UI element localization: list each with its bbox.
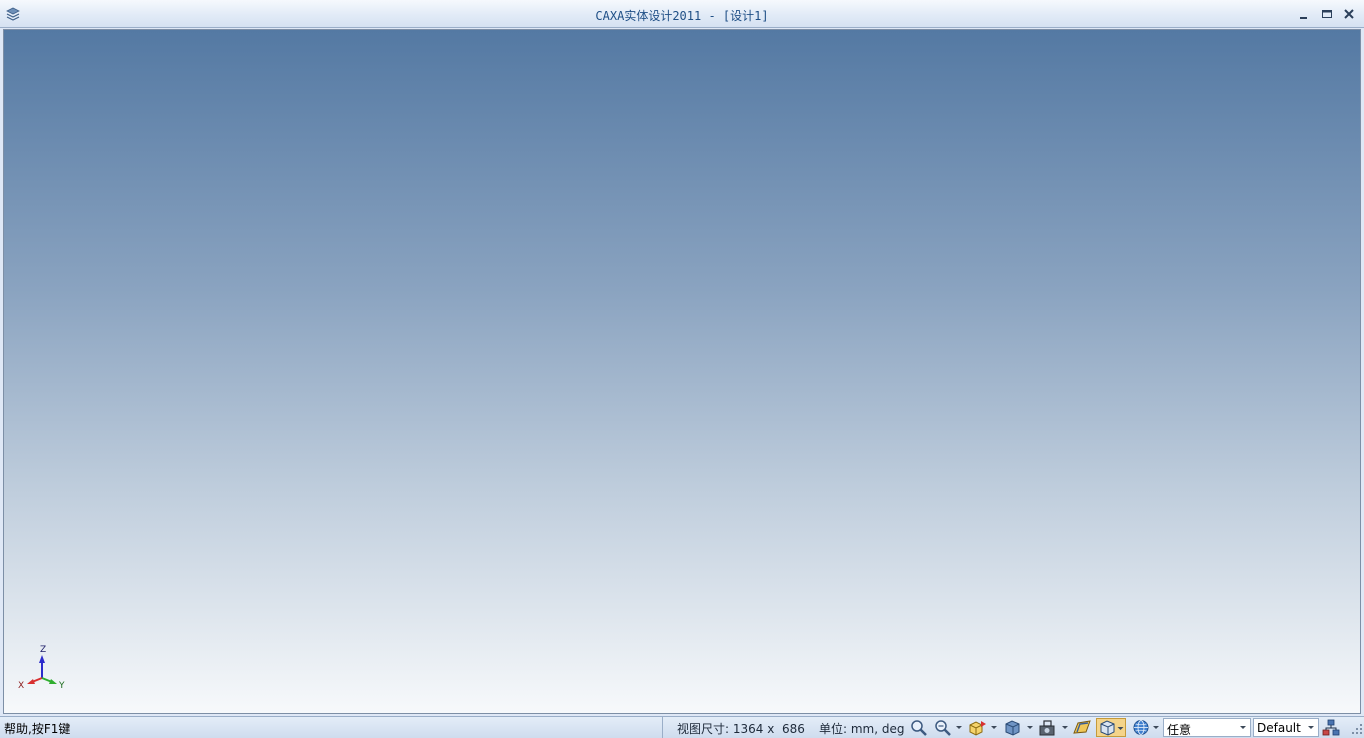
globe-icon[interactable] (1131, 718, 1151, 737)
chevron-down-icon[interactable] (1117, 719, 1124, 736)
selection-filter-combo[interactable]: 任意 (1163, 718, 1251, 737)
window-title: CAXA实体设计2011 - [设计1] (595, 9, 769, 23)
camera-icon[interactable] (1037, 718, 1059, 737)
status-panel: 视图尺寸: 1364 x 686 单位: mm, deg 任意 Default (662, 717, 1364, 738)
z-axis-label: Z (40, 645, 46, 655)
help-hint: 帮助,按F1键 (4, 722, 71, 736)
x-axis-arrow (27, 677, 43, 684)
units-readout: 单位: mm, deg (819, 722, 905, 736)
x-axis-label: X (18, 681, 24, 691)
view-size-readout: 视图尺寸: 1364 x 686 (677, 722, 805, 736)
selection-filter-value: 任意 (1167, 723, 1192, 737)
axis-triad: Z X Y (18, 645, 65, 691)
maximize-icon[interactable] (1319, 6, 1335, 22)
style-combo[interactable]: Default (1253, 718, 1319, 737)
resize-grip-icon[interactable] (1349, 721, 1363, 735)
chevron-down-icon[interactable] (990, 717, 998, 736)
status-bar: 帮助,按F1键 视图尺寸: 1364 x 686 单位: mm, deg 任意 … (0, 716, 1364, 738)
style-value: Default (1257, 721, 1301, 735)
hierarchy-icon[interactable] (1321, 718, 1341, 737)
chevron-down-icon[interactable] (1061, 717, 1069, 736)
chevron-down-icon[interactable] (1305, 719, 1317, 736)
title-bar: CAXA实体设计2011 - [设计1] (0, 0, 1364, 28)
y-axis-arrow (41, 677, 57, 684)
z-axis-arrow (39, 655, 45, 678)
shaded-box-icon (1100, 720, 1115, 736)
chevron-down-icon[interactable] (1152, 717, 1160, 736)
render-icon[interactable] (1071, 718, 1093, 737)
chevron-down-icon[interactable] (1237, 719, 1249, 736)
close-icon[interactable] (1341, 6, 1357, 22)
y-axis-label: Y (58, 681, 65, 691)
chevron-down-icon[interactable] (955, 717, 963, 736)
view-orientation-icon[interactable] (967, 718, 987, 737)
zoom-icon[interactable] (909, 718, 929, 737)
chevron-down-icon[interactable] (1026, 717, 1034, 736)
design-viewport[interactable]: Z X Y (3, 29, 1361, 714)
minimize-icon[interactable] (1296, 6, 1312, 22)
zoom-dynamic-icon[interactable] (933, 718, 953, 737)
display-mode-icon[interactable] (1003, 718, 1023, 737)
shaded-mode-button[interactable] (1096, 718, 1126, 737)
